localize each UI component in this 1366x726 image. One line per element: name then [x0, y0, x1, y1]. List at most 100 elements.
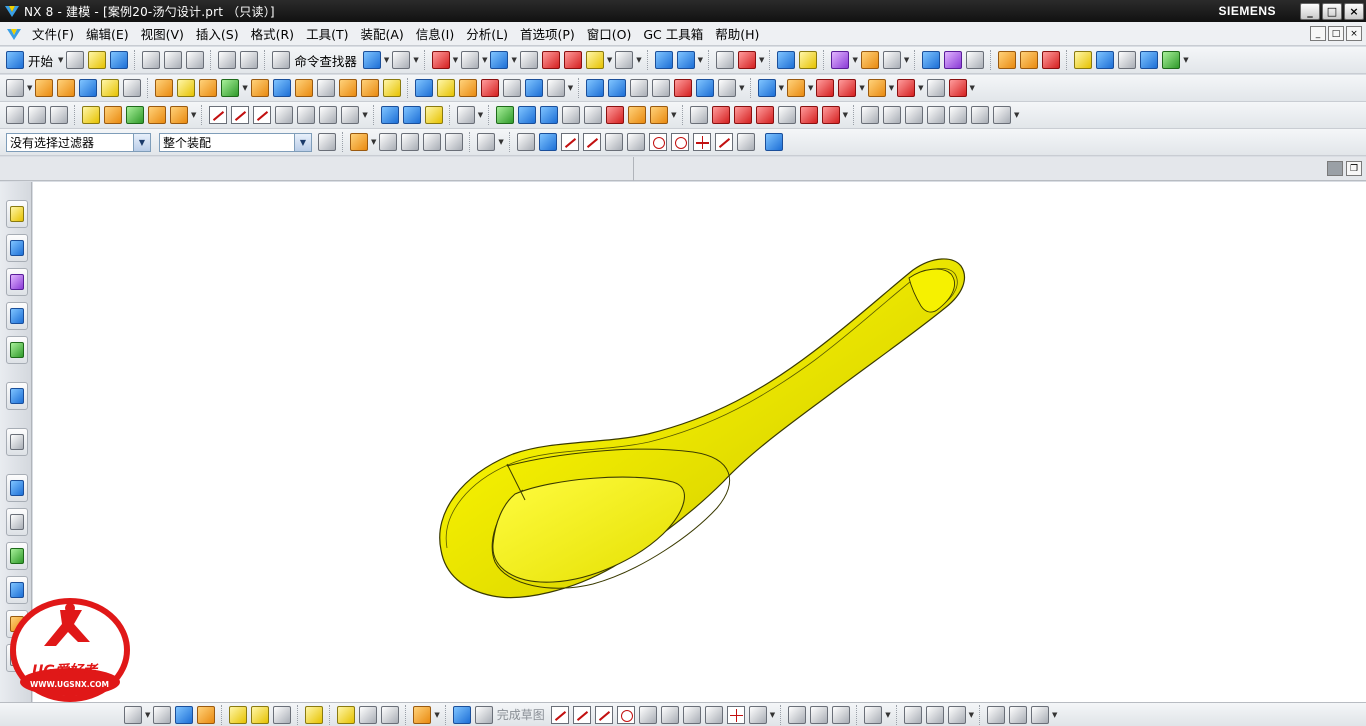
sequence-icon[interactable] [251, 705, 270, 724]
dropdown-icon[interactable]: ▼ [191, 111, 196, 119]
system-materials-tab[interactable] [6, 474, 28, 502]
dropdown-icon[interactable]: ▼ [482, 56, 487, 64]
offset-region-icon[interactable] [148, 106, 166, 124]
background-icon[interactable] [615, 51, 634, 69]
manufacturing-wizard-tab[interactable] [6, 542, 28, 570]
x-form-icon[interactable] [867, 79, 886, 97]
arc-center-snap-icon[interactable] [648, 133, 667, 151]
full-screen-icon[interactable] [1327, 161, 1343, 176]
menu-tools[interactable]: 工具(T) [300, 24, 354, 43]
assembly-tools-icon[interactable] [153, 705, 172, 724]
table-icon[interactable] [1162, 51, 1181, 69]
dropdown-icon[interactable]: ▼ [808, 84, 813, 92]
shaded-icon[interactable] [490, 51, 509, 69]
annotation-icon[interactable] [381, 705, 400, 724]
menu-view[interactable]: 视图(V) [135, 24, 190, 43]
snap-settings-icon[interactable] [538, 133, 557, 151]
offset-curve-icon[interactable] [275, 106, 294, 124]
spline-icon[interactable] [253, 106, 272, 124]
draft-icon[interactable] [480, 79, 499, 97]
bounded-plane-icon[interactable] [674, 79, 693, 97]
select-edge-icon[interactable] [423, 133, 442, 151]
select-feature-icon[interactable] [379, 133, 398, 151]
start-icon[interactable] [6, 51, 24, 69]
hole-icon[interactable] [155, 79, 174, 97]
dropdown-icon[interactable]: ▼ [698, 56, 703, 64]
chamfer-icon[interactable] [458, 79, 477, 97]
arc-icon[interactable] [231, 106, 250, 124]
auto-constrain-icon[interactable] [947, 705, 966, 724]
paste-icon[interactable] [186, 51, 205, 69]
snap-icon[interactable] [922, 51, 941, 69]
ruled-icon[interactable] [652, 79, 671, 97]
layer-grid-icon[interactable] [50, 106, 68, 124]
cut-icon[interactable] [142, 51, 161, 69]
edge-tool-4-icon[interactable] [926, 106, 945, 124]
dropdown-icon[interactable]: ▼ [1183, 56, 1188, 64]
existing-point-snap-icon[interactable] [692, 133, 711, 151]
command-finder-button[interactable]: 命令查找器 [294, 51, 357, 70]
doc-minimize-button[interactable]: _ [1310, 26, 1326, 41]
replace-face-icon[interactable] [170, 106, 188, 124]
dropdown-icon[interactable]: ▼ [859, 84, 864, 92]
sketch-new-icon[interactable] [6, 79, 24, 97]
make-corner-icon[interactable] [832, 705, 851, 724]
dropdown-icon[interactable]: ▼ [453, 56, 458, 64]
edge-tool-1-icon[interactable] [860, 106, 879, 124]
dropdown-icon[interactable]: ▼ [362, 111, 367, 119]
matching-edge-icon[interactable] [926, 79, 945, 97]
attribute-icon[interactable] [337, 705, 356, 724]
dimension-icon[interactable] [903, 705, 922, 724]
chevron-down-icon[interactable]: ▼ [133, 133, 150, 151]
edge-blend-icon[interactable] [436, 79, 455, 97]
dropdown-icon[interactable]: ▼ [607, 56, 612, 64]
dropdown-icon[interactable]: ▼ [1052, 711, 1057, 719]
start-button[interactable]: 开始 [28, 51, 53, 70]
snap-grid-icon[interactable] [413, 705, 432, 724]
sketch-point-icon[interactable] [726, 705, 745, 724]
dropdown-icon[interactable]: ▼ [511, 56, 516, 64]
layer-settings-icon[interactable] [716, 51, 735, 69]
binoculars-icon[interactable] [272, 51, 291, 69]
through-curves-icon[interactable] [586, 79, 605, 97]
dropdown-icon[interactable]: ▼ [759, 56, 764, 64]
dropdown-icon[interactable]: ▼ [636, 56, 641, 64]
split-body-icon[interactable] [524, 79, 543, 97]
selection-scope-select[interactable]: 整个装配 ▼ [159, 132, 312, 152]
arrangement-icon[interactable] [273, 705, 292, 724]
start-dropdown-icon[interactable]: ▼ [58, 56, 63, 64]
point-on-face-snap-icon[interactable] [736, 133, 755, 151]
type-filter-select[interactable]: 没有选择过滤器 ▼ [6, 132, 151, 152]
sphere-icon[interactable] [123, 79, 142, 97]
trim-curve-icon[interactable] [689, 106, 708, 124]
dropdown-icon[interactable]: ▼ [885, 711, 890, 719]
maximize-button[interactable]: □ [1322, 3, 1342, 20]
dropdown-icon[interactable]: ▼ [413, 56, 418, 64]
dropdown-icon[interactable]: ▼ [371, 138, 376, 146]
open-folder-icon[interactable] [88, 51, 107, 69]
thread-icon[interactable] [316, 79, 335, 97]
web-browser-tab[interactable] [6, 382, 28, 410]
through-curve-mesh-icon[interactable] [608, 79, 627, 97]
shell-icon[interactable] [414, 79, 433, 97]
smooth-spline-icon[interactable] [821, 106, 840, 124]
hd3d-tools-tab[interactable] [6, 336, 28, 364]
curvature-icon[interactable] [882, 51, 901, 69]
mid-point-snap-icon[interactable] [582, 133, 601, 151]
quick-extend-icon[interactable] [810, 705, 829, 724]
swept-icon[interactable] [630, 79, 649, 97]
synchronous-icon[interactable] [6, 106, 24, 124]
block-icon[interactable] [79, 79, 98, 97]
layer-stack-icon[interactable] [28, 106, 46, 124]
redo-icon[interactable] [240, 51, 259, 69]
close-button[interactable]: × [1344, 3, 1364, 20]
explode-icon[interactable] [229, 705, 248, 724]
trimmed-sheet-icon[interactable] [816, 79, 835, 97]
menu-format[interactable]: 格式(R) [245, 24, 300, 43]
doc-restore-button[interactable]: □ [1328, 26, 1344, 41]
relations-browser-icon[interactable] [1008, 705, 1027, 724]
bridge-curve-icon[interactable] [297, 106, 316, 124]
unite-icon[interactable] [338, 79, 357, 97]
menu-assemblies[interactable]: 装配(A) [354, 24, 409, 43]
datum-csys-icon[interactable] [562, 106, 581, 124]
